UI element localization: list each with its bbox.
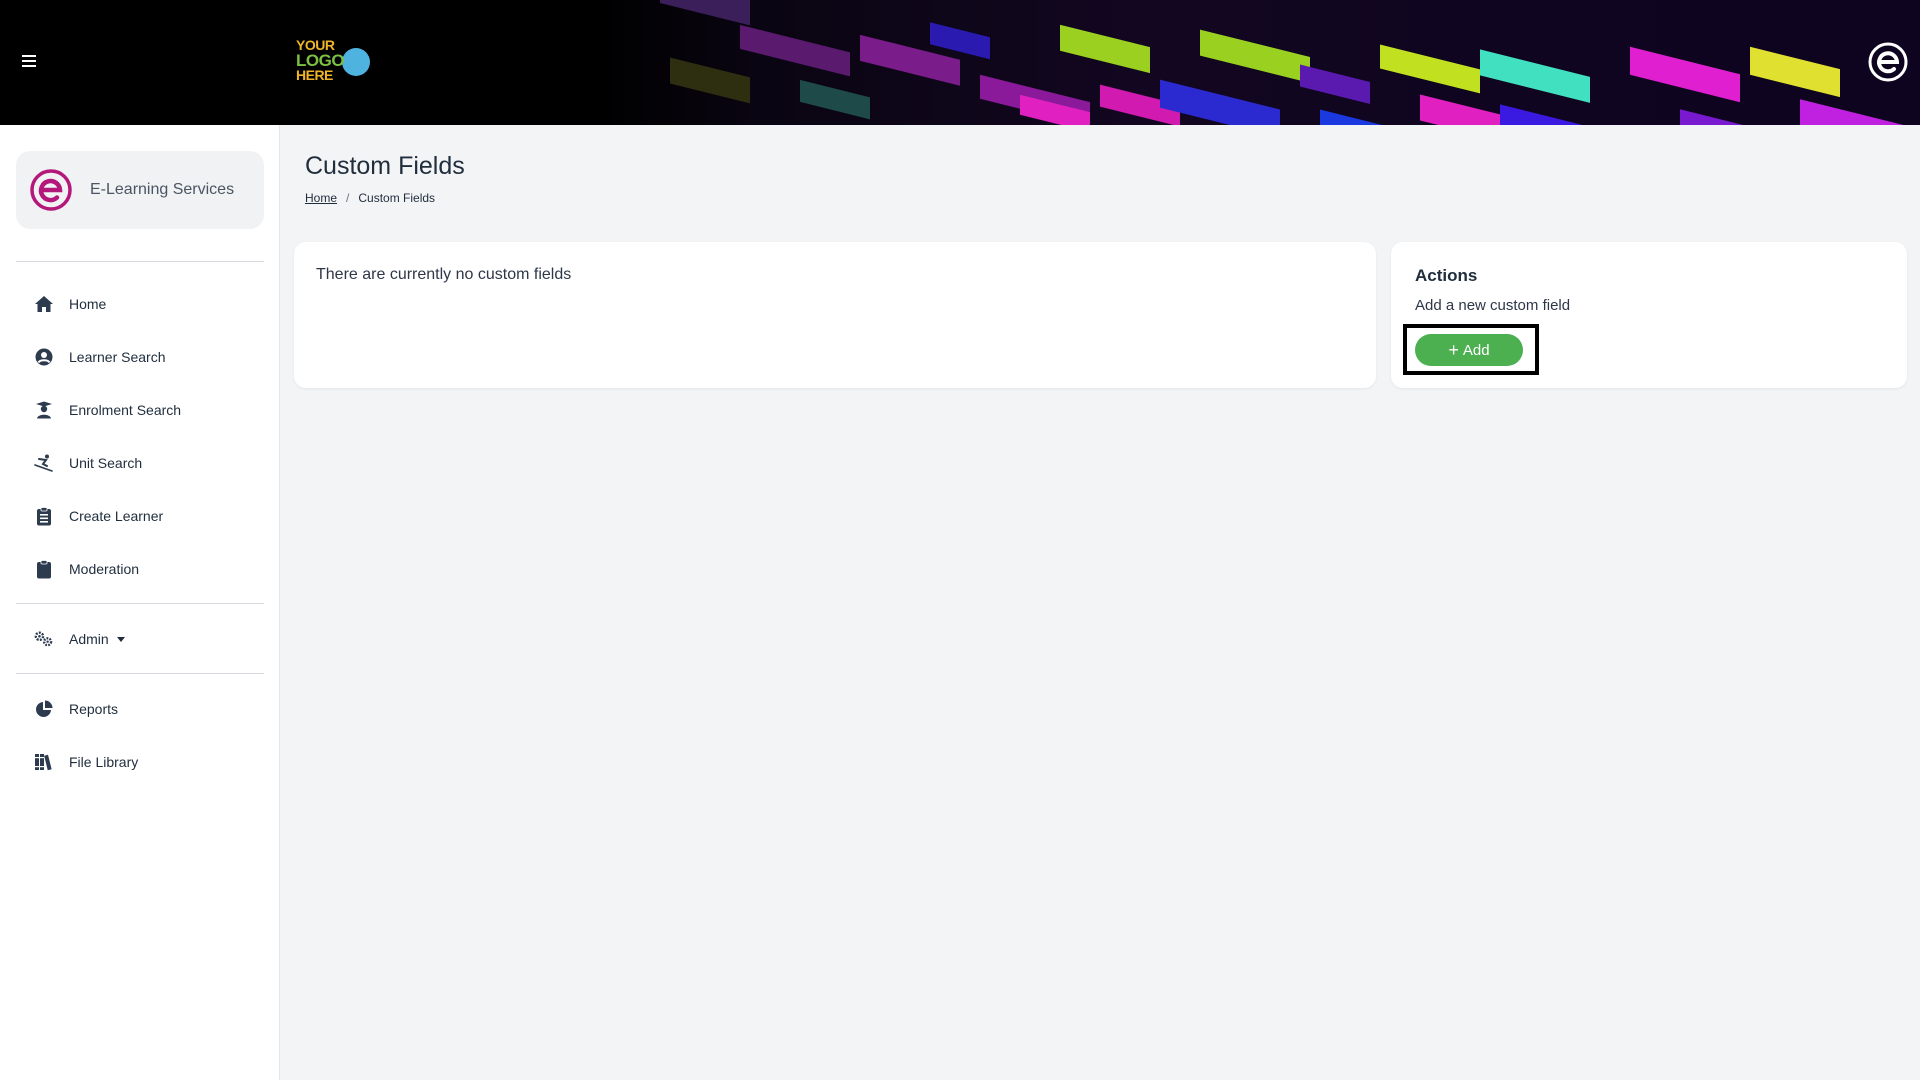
sidebar: E-Learning Services Home Learner Search … bbox=[0, 125, 280, 1080]
actions-card: Actions Add a new custom field + Add bbox=[1391, 242, 1907, 388]
sidebar-item-reports[interactable]: Reports bbox=[34, 697, 118, 721]
sidebar-item-label: Admin bbox=[69, 631, 109, 647]
sidebar-item-create-learner[interactable]: Create Learner bbox=[34, 504, 163, 528]
organisation-name: E-Learning Services bbox=[90, 181, 235, 198]
home-icon bbox=[34, 294, 54, 314]
chevron-down-icon bbox=[116, 636, 125, 642]
sidebar-item-admin[interactable]: Admin bbox=[34, 627, 125, 651]
breadcrumb-current: Custom Fields bbox=[358, 191, 436, 205]
sidebar-item-label: Home bbox=[69, 296, 107, 312]
company-logo: YOUR LOGO HERE bbox=[296, 38, 376, 88]
sidebar-item-label: Learner Search bbox=[69, 349, 166, 365]
pie-chart-icon bbox=[34, 699, 54, 719]
sidebar-divider bbox=[16, 603, 264, 604]
sidebar-item-moderation[interactable]: Moderation bbox=[34, 557, 139, 581]
top-header: YOUR LOGO HERE bbox=[0, 0, 1920, 125]
sidebar-item-label: Enrolment Search bbox=[69, 402, 182, 418]
actions-description: Add a new custom field bbox=[1415, 297, 1571, 314]
breadcrumb-separator: / bbox=[346, 191, 350, 205]
sidebar-divider bbox=[16, 673, 264, 674]
sidebar-divider bbox=[16, 261, 264, 262]
cogs-icon bbox=[34, 629, 54, 649]
plus-icon: + bbox=[1448, 340, 1459, 360]
clipboard-icon bbox=[34, 559, 54, 579]
sidebar-item-label: Create Learner bbox=[69, 508, 164, 524]
page-title: Custom Fields bbox=[305, 152, 465, 180]
actions-title: Actions bbox=[1415, 266, 1478, 285]
sidebar-item-unit-search[interactable]: Unit Search bbox=[34, 451, 142, 475]
sidebar-item-enrolment-search[interactable]: Enrolment Search bbox=[34, 398, 181, 422]
header-banner-image bbox=[600, 0, 1920, 125]
add-custom-field-button[interactable]: + Add bbox=[1415, 334, 1523, 366]
hamburger-menu-icon[interactable] bbox=[18, 50, 40, 72]
empty-state-message: There are currently no custom fields bbox=[316, 266, 572, 283]
custom-fields-card: There are currently no custom fields bbox=[294, 242, 1376, 388]
organisation-card[interactable]: E-Learning Services bbox=[16, 151, 264, 229]
graduate-icon bbox=[34, 400, 54, 420]
skier-icon bbox=[34, 453, 54, 473]
brand-e-icon[interactable] bbox=[1868, 42, 1908, 82]
sidebar-item-file-library[interactable]: File Library bbox=[34, 750, 138, 774]
breadcrumb-home-link[interactable]: Home bbox=[305, 191, 337, 205]
user-circle-icon bbox=[34, 347, 54, 367]
books-icon bbox=[34, 752, 54, 772]
sidebar-item-label: Moderation bbox=[69, 561, 140, 577]
sidebar-item-label: File Library bbox=[69, 754, 139, 770]
brand-e-icon bbox=[30, 169, 72, 211]
clipboard-list-icon bbox=[34, 506, 54, 526]
sidebar-item-home[interactable]: Home bbox=[34, 292, 106, 316]
sidebar-item-label: Reports bbox=[69, 701, 119, 717]
breadcrumb: Home / Custom Fields bbox=[305, 191, 435, 205]
sidebar-item-label: Unit Search bbox=[69, 455, 143, 471]
sidebar-item-learner-search[interactable]: Learner Search bbox=[34, 345, 166, 369]
add-button-label: Add bbox=[1462, 341, 1490, 359]
